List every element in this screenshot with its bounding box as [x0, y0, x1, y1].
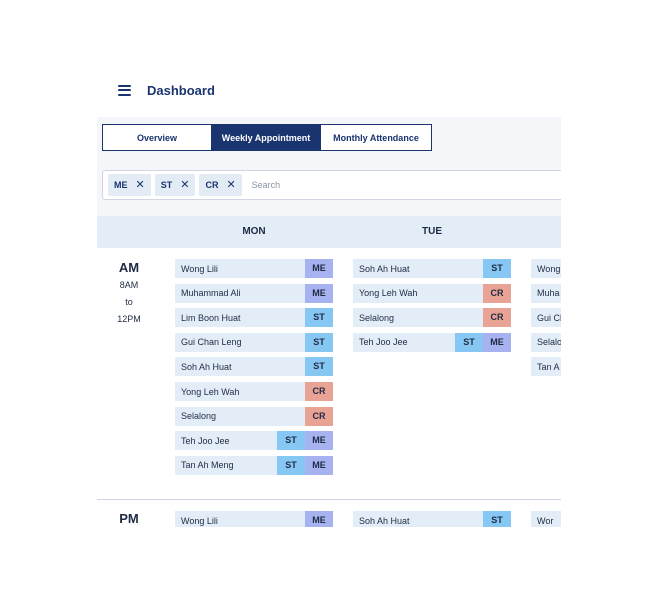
appointment-row[interactable]: Tan Ah Meng ST ME: [175, 455, 333, 475]
chip-label: ST: [160, 180, 173, 190]
filter-chip-st: ST ✕: [154, 174, 196, 196]
appointment-name: Teh Joo Jee: [359, 337, 408, 348]
appointment-row[interactable]: Yong Leh Wah CR: [175, 382, 333, 401]
tag-badge-st: ST: [305, 357, 333, 377]
appointment-row[interactable]: Soh Ah Huat ST: [353, 511, 511, 527]
close-icon[interactable]: ✕: [136, 179, 145, 191]
hamburger-menu-icon[interactable]: [118, 84, 131, 96]
tab-overview[interactable]: Overview: [103, 125, 212, 150]
tag-badge-st: ST: [277, 455, 305, 475]
appointment-name: Selalong: [181, 411, 217, 422]
filter-bar: ME ✕ ST ✕ CR ✕: [102, 170, 561, 200]
appointment-name: Wong Lili: [181, 515, 218, 526]
slot-to-text: to: [125, 297, 133, 307]
page-title: Dashboard: [147, 82, 215, 98]
pm-slot-label: PM: [97, 511, 161, 526]
am-slot-area: AM 8AM to 12PM Wong Lili ME Muhammad Ali ME…: [97, 248, 561, 499]
chip-label: ME: [114, 180, 128, 190]
appointment-row[interactable]: Soh Ah Huat ST: [353, 259, 511, 278]
appointment-name: Wong Lili: [181, 263, 218, 274]
appointment-name: Gui Chan Leng: [181, 337, 242, 348]
tag-badge-st: ST: [483, 259, 511, 278]
filter-chip-cr: CR ✕: [199, 174, 242, 196]
tag-badge-cr: CR: [483, 283, 511, 303]
search-input[interactable]: [249, 179, 374, 191]
slot-title: AM: [118, 260, 140, 275]
appointment-name: Wor: [537, 515, 554, 526]
appointment-name: Tan A: [537, 361, 560, 372]
tag-badge-st: ST: [455, 332, 483, 352]
appointment-name: Soh Ah Huat: [359, 263, 410, 274]
day-header-mon: MON: [242, 226, 266, 237]
tag-badge-me: ME: [483, 332, 511, 352]
tag-badge-st: ST: [277, 431, 305, 451]
pm-slot-area: PM Wong Lili ME Soh Ah Huat ST Wor: [97, 500, 561, 527]
tag-badge-me: ME: [305, 431, 333, 451]
appointment-name: Selalo: [537, 337, 561, 348]
tag-badge-me: ME: [305, 283, 333, 303]
slot-start-time: 8AM: [119, 280, 139, 290]
appointment-row[interactable]: Lim Boon Huat ST: [175, 308, 333, 328]
appointment-name: Gui Ch: [537, 312, 561, 323]
app-header: Dashboard: [118, 80, 215, 100]
slot-end-time: 12PM: [117, 314, 141, 324]
appointment-name: Soh Ah Huat: [359, 515, 410, 526]
appointment-name: Selalong: [359, 312, 395, 323]
appointment-name: Lim Boon Huat: [181, 312, 241, 323]
close-icon[interactable]: ✕: [180, 179, 189, 191]
appointment-row[interactable]: Selalo: [531, 332, 561, 352]
day-header-tue: TUE: [422, 226, 442, 237]
tab-weekly-appointment[interactable]: Weekly Appointment: [212, 125, 321, 150]
appointment-name: Soh Ah Huat: [181, 361, 232, 372]
dashboard-content: Overview Weekly Appointment Monthly Atte…: [97, 117, 561, 527]
appointment-row[interactable]: Teh Joo Jee ST ME: [353, 332, 511, 352]
tag-badge-me: ME: [305, 259, 333, 278]
appointment-name: Muha: [537, 288, 560, 299]
appointment-row[interactable]: Selalong CR: [175, 406, 333, 426]
tag-badge-cr: CR: [483, 308, 511, 328]
appointment-name: Teh Joo Jee: [181, 435, 230, 446]
appointment-row[interactable]: Muha: [531, 283, 561, 303]
appointment-row[interactable]: Gui Ch: [531, 308, 561, 328]
tag-badge-cr: CR: [305, 406, 333, 426]
appointment-row[interactable]: Yong Leh Wah CR: [353, 283, 511, 303]
filter-chip-me: ME ✕: [108, 174, 151, 196]
tag-badge-st: ST: [483, 511, 511, 527]
tag-badge-me: ME: [305, 455, 333, 475]
close-icon[interactable]: ✕: [226, 179, 235, 191]
tag-badge-me: ME: [305, 511, 333, 527]
tag-badge-st: ST: [305, 308, 333, 328]
appointment-row[interactable]: Wong Lili ME: [175, 259, 333, 278]
appointment-row[interactable]: Selalong CR: [353, 308, 511, 328]
appointment-row[interactable]: Gui Chan Leng ST: [175, 332, 333, 352]
appointment-row[interactable]: Tan A: [531, 357, 561, 377]
chip-label: CR: [205, 180, 219, 190]
appointment-name: Tan Ah Meng: [181, 460, 234, 471]
appointment-name: Yong Leh Wah: [181, 386, 240, 397]
appointment-row[interactable]: Muhammad Ali ME: [175, 283, 333, 303]
tag-badge-st: ST: [305, 332, 333, 352]
tab-monthly-attendance[interactable]: Monthly Attendance: [321, 125, 431, 150]
am-slot-label: AM 8AM to 12PM: [97, 260, 161, 328]
tag-badge-cr: CR: [305, 382, 333, 401]
appointment-row[interactable]: Soh Ah Huat ST: [175, 357, 333, 377]
appointment-row[interactable]: Teh Joo Jee ST ME: [175, 431, 333, 451]
appointment-row[interactable]: Wong Lili ME: [175, 511, 333, 527]
appointment-name: Yong Leh Wah: [359, 288, 418, 299]
day-header-row: MON TUE: [97, 216, 561, 248]
appointment-row[interactable]: Wong: [531, 259, 561, 278]
view-tabs: Overview Weekly Appointment Monthly Atte…: [102, 124, 432, 151]
appointment-name: Muhammad Ali: [181, 288, 241, 299]
appointment-row[interactable]: Wor: [531, 511, 561, 527]
appointment-name: Wong: [537, 263, 561, 274]
slot-title: PM: [119, 511, 139, 526]
